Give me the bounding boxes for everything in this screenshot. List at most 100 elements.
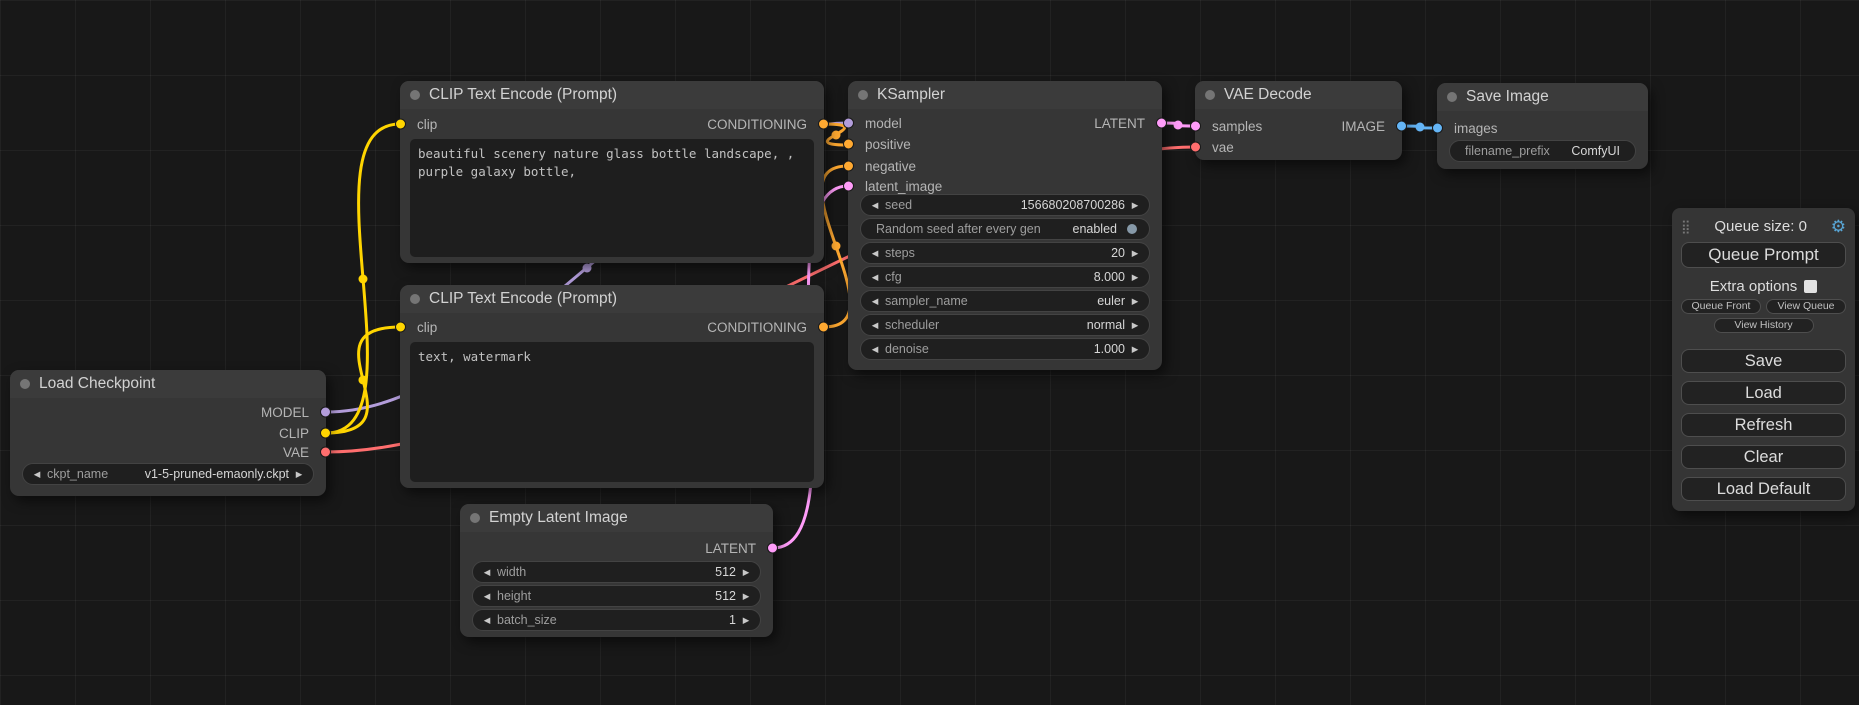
collapse-dot-icon[interactable] — [410, 294, 420, 304]
images-input-dot[interactable] — [1432, 123, 1443, 134]
node-graph-canvas[interactable]: Load Checkpoint MODEL CLIP VAE ◀ ckpt_na… — [0, 0, 1859, 705]
view-queue-button[interactable]: View Queue — [1766, 299, 1846, 314]
node-empty-latent-image[interactable]: Empty Latent Image LATENT ◀ width 512 ▶ … — [460, 504, 773, 637]
collapse-dot-icon[interactable] — [1447, 92, 1457, 102]
input-slot-negative[interactable]: negative — [848, 156, 1162, 176]
widget-random-seed-toggle[interactable]: Random seed after every gen enabled — [860, 218, 1150, 240]
clip-output-dot[interactable] — [320, 428, 331, 439]
node-title-bar[interactable]: VAE Decode — [1195, 81, 1402, 109]
increment-arrow-icon[interactable]: ▶ — [1128, 321, 1142, 330]
widget-batch-size[interactable]: ◀ batch_size 1 ▶ — [472, 609, 761, 631]
decrement-arrow-icon[interactable]: ◀ — [868, 297, 882, 306]
increment-arrow-icon[interactable]: ▶ — [739, 568, 753, 577]
positive-prompt-textarea[interactable]: beautiful scenery nature glass bottle la… — [410, 139, 814, 257]
collapse-dot-icon[interactable] — [470, 513, 480, 523]
node-title-bar[interactable]: CLIP Text Encode (Prompt) — [400, 285, 824, 313]
node-save-image[interactable]: Save Image images filename_prefix ComfyU… — [1437, 83, 1648, 169]
decrement-arrow-icon[interactable]: ◀ — [868, 345, 882, 354]
increment-arrow-icon[interactable]: ▶ — [1128, 273, 1142, 282]
queue-front-button[interactable]: Queue Front — [1681, 299, 1761, 314]
view-history-button[interactable]: View History — [1714, 318, 1814, 333]
widget-seed[interactable]: ◀ seed 156680208700286 ▶ — [860, 194, 1150, 216]
widget-height[interactable]: ◀ height 512 ▶ — [472, 585, 761, 607]
load-button[interactable]: Load — [1681, 381, 1846, 405]
output-slot-clip[interactable]: CLIP — [10, 423, 326, 443]
node-title: Load Checkpoint — [39, 375, 155, 393]
output-slot-image[interactable]: IMAGE — [1195, 116, 1402, 136]
node-load-checkpoint[interactable]: Load Checkpoint MODEL CLIP VAE ◀ ckpt_na… — [10, 370, 326, 496]
node-clip-text-encode-negative[interactable]: CLIP Text Encode (Prompt) clip CONDITION… — [400, 285, 824, 488]
decrement-arrow-icon[interactable]: ◀ — [868, 273, 882, 282]
latent-output-dot[interactable] — [767, 543, 778, 554]
increment-arrow-icon[interactable]: ▶ — [1128, 297, 1142, 306]
widget-denoise[interactable]: ◀ denoise 1.000 ▶ — [860, 338, 1150, 360]
output-slot-latent[interactable]: LATENT — [460, 538, 773, 558]
queue-menu-panel[interactable]: ⣿ Queue size: 0 ⚙ Queue Prompt Extra opt… — [1672, 208, 1855, 511]
input-slot-latent-image[interactable]: latent_image — [848, 176, 1162, 196]
negative-prompt-textarea[interactable]: text, watermark — [410, 342, 814, 482]
vae-output-dot[interactable] — [320, 447, 331, 458]
collapse-dot-icon[interactable] — [20, 379, 30, 389]
toggle-dot-icon[interactable] — [1127, 224, 1137, 234]
node-title-bar[interactable]: CLIP Text Encode (Prompt) — [400, 81, 824, 109]
settings-gear-icon[interactable]: ⚙ — [1831, 218, 1846, 235]
clear-button[interactable]: Clear — [1681, 445, 1846, 469]
output-slot-conditioning[interactable]: CONDITIONING — [400, 317, 824, 337]
decrement-arrow-icon[interactable]: ◀ — [480, 616, 494, 625]
increment-arrow-icon[interactable]: ▶ — [1128, 249, 1142, 258]
collapse-dot-icon[interactable] — [410, 90, 420, 100]
load-default-button[interactable]: Load Default — [1681, 477, 1846, 501]
model-output-dot[interactable] — [320, 407, 331, 418]
drag-handle-icon[interactable]: ⣿ — [1681, 220, 1691, 233]
widget-sampler-name[interactable]: ◀ sampler_name euler ▶ — [860, 290, 1150, 312]
node-title-bar[interactable]: Save Image — [1437, 83, 1648, 111]
widget-filename-prefix[interactable]: filename_prefix ComfyUI — [1449, 140, 1636, 162]
widget-width[interactable]: ◀ width 512 ▶ — [472, 561, 761, 583]
node-clip-text-encode-positive[interactable]: CLIP Text Encode (Prompt) clip CONDITION… — [400, 81, 824, 263]
positive-input-dot[interactable] — [843, 139, 854, 150]
link-midpoint-dot — [832, 242, 841, 251]
decrement-arrow-icon[interactable]: ◀ — [868, 321, 882, 330]
link-midpoint-dot — [1416, 123, 1425, 132]
conditioning-output-dot[interactable] — [818, 119, 829, 130]
negative-input-dot[interactable] — [843, 161, 854, 172]
input-slot-vae[interactable]: vae — [1195, 137, 1402, 157]
output-slot-model[interactable]: MODEL — [10, 402, 326, 422]
collapse-dot-icon[interactable] — [858, 90, 868, 100]
decrement-arrow-icon[interactable]: ◀ — [480, 592, 494, 601]
image-output-dot[interactable] — [1396, 121, 1407, 132]
queue-prompt-button[interactable]: Queue Prompt — [1681, 242, 1846, 268]
increment-arrow-icon[interactable]: ▶ — [1128, 345, 1142, 354]
widget-ckpt-name[interactable]: ◀ ckpt_name v1-5-pruned-emaonly.ckpt ▶ — [22, 463, 314, 485]
widget-scheduler[interactable]: ◀ scheduler normal ▶ — [860, 314, 1150, 336]
decrement-arrow-icon[interactable]: ◀ — [868, 201, 882, 210]
conditioning-output-dot[interactable] — [818, 322, 829, 333]
decrement-arrow-icon[interactable]: ◀ — [868, 249, 882, 258]
refresh-button[interactable]: Refresh — [1681, 413, 1846, 437]
vae-input-dot[interactable] — [1190, 142, 1201, 153]
widget-steps[interactable]: ◀ steps 20 ▶ — [860, 242, 1150, 264]
increment-arrow-icon[interactable]: ▶ — [739, 616, 753, 625]
link-midpoint-dot — [359, 376, 368, 385]
node-vae-decode[interactable]: VAE Decode samples IMAGE vae — [1195, 81, 1402, 160]
latent-output-dot[interactable] — [1156, 118, 1167, 129]
node-title-bar[interactable]: Empty Latent Image — [460, 504, 773, 532]
decrement-arrow-icon[interactable]: ◀ — [30, 470, 44, 479]
output-slot-vae[interactable]: VAE — [10, 442, 326, 462]
decrement-arrow-icon[interactable]: ◀ — [480, 568, 494, 577]
node-title-bar[interactable]: Load Checkpoint — [10, 370, 326, 398]
latent-image-input-dot[interactable] — [843, 181, 854, 192]
widget-cfg[interactable]: ◀ cfg 8.000 ▶ — [860, 266, 1150, 288]
increment-arrow-icon[interactable]: ▶ — [1128, 201, 1142, 210]
node-ksampler[interactable]: KSampler model LATENT positive negative … — [848, 81, 1162, 370]
output-slot-latent[interactable]: LATENT — [848, 113, 1162, 133]
collapse-dot-icon[interactable] — [1205, 90, 1215, 100]
input-slot-positive[interactable]: positive — [848, 134, 1162, 154]
increment-arrow-icon[interactable]: ▶ — [739, 592, 753, 601]
extra-options-checkbox[interactable] — [1804, 280, 1817, 293]
increment-arrow-icon[interactable]: ▶ — [292, 470, 306, 479]
input-slot-images[interactable]: images — [1437, 118, 1648, 138]
save-button[interactable]: Save — [1681, 349, 1846, 373]
output-slot-conditioning[interactable]: CONDITIONING — [400, 114, 824, 134]
node-title-bar[interactable]: KSampler — [848, 81, 1162, 109]
